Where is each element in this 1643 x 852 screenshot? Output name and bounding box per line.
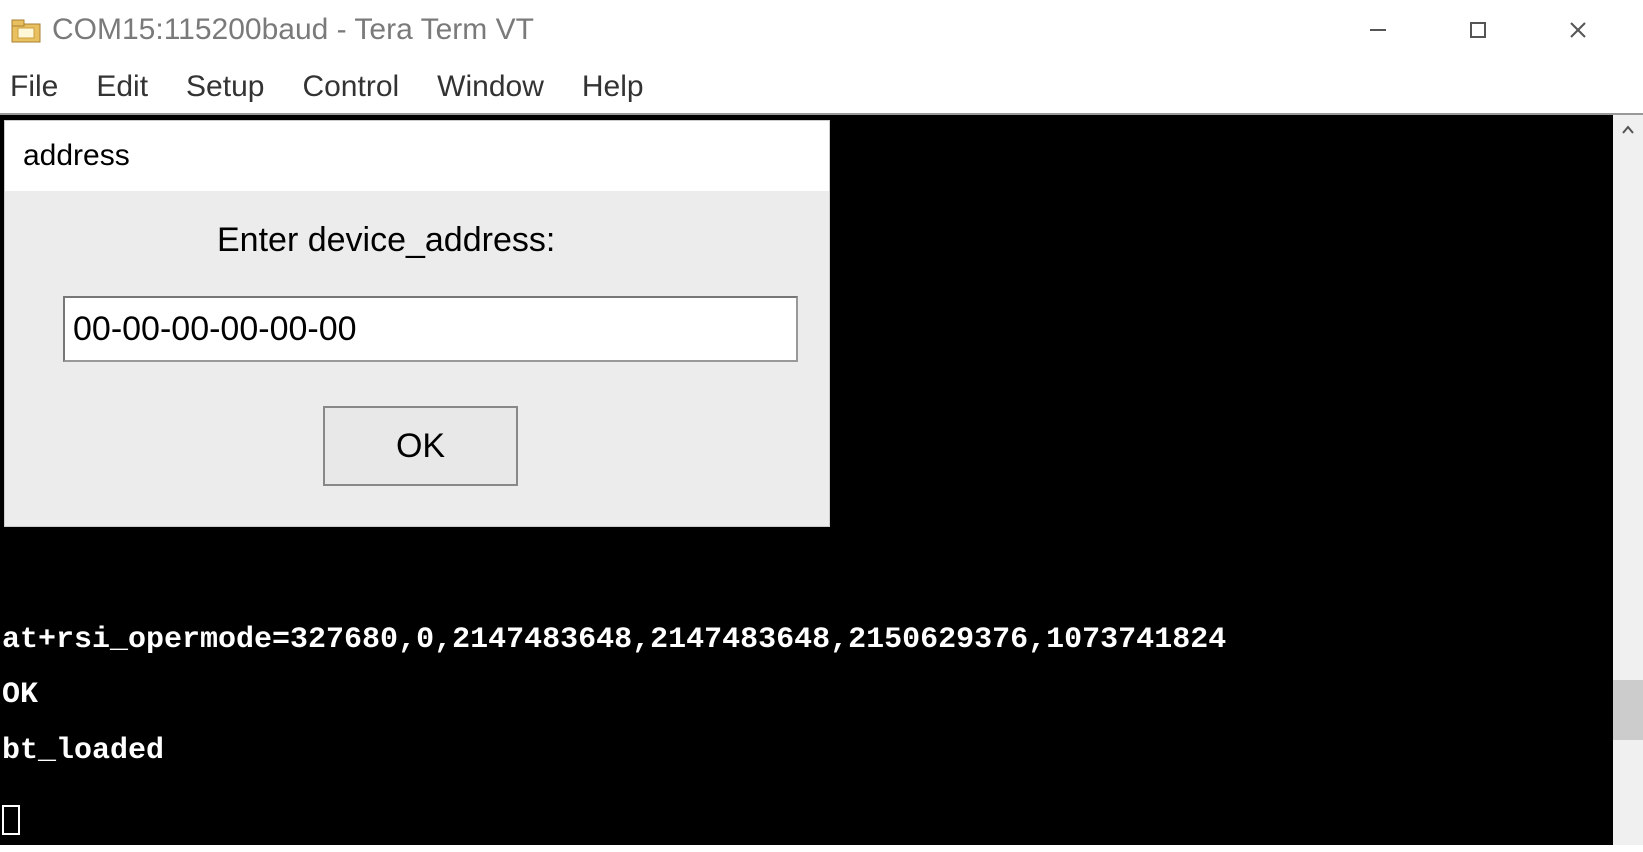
menu-window[interactable]: Window [437, 70, 544, 104]
scrollbar-up-arrow-icon[interactable] [1613, 115, 1643, 145]
menu-setup[interactable]: Setup [186, 70, 264, 104]
scrollbar-thumb[interactable] [1613, 680, 1643, 740]
terminal-line: at+rsi_opermode=327680,0,2147483648,2147… [2, 623, 1226, 657]
vertical-scrollbar[interactable] [1613, 115, 1643, 845]
device-address-input[interactable] [63, 296, 798, 362]
window-title: COM15:115200baud - Tera Term VT [52, 13, 1363, 47]
menubar: File Edit Setup Control Window Help [0, 60, 1643, 115]
ok-button[interactable]: OK [323, 406, 518, 486]
maximize-button[interactable] [1463, 15, 1493, 45]
terminal-output: at+rsi_opermode=327680,0,2147483648,2147… [2, 557, 1226, 835]
app-icon [10, 14, 42, 46]
terminal-line: bt_loaded [2, 734, 164, 768]
dialog-body: Enter device_address: OK [5, 191, 829, 526]
terminal-line: OK [2, 678, 38, 712]
window-controls [1363, 15, 1633, 45]
menu-control[interactable]: Control [302, 70, 399, 104]
menu-edit[interactable]: Edit [96, 70, 148, 104]
titlebar: COM15:115200baud - Tera Term VT [0, 0, 1643, 60]
dialog-prompt: Enter device_address: [61, 221, 773, 260]
folder-icon [10, 14, 42, 46]
minimize-button[interactable] [1363, 15, 1393, 45]
close-button[interactable] [1563, 15, 1593, 45]
menu-help[interactable]: Help [582, 70, 644, 104]
cursor-icon [2, 805, 20, 835]
menu-file[interactable]: File [10, 70, 58, 104]
address-dialog: address Enter device_address: OK [4, 120, 830, 527]
dialog-title: address [5, 121, 829, 191]
